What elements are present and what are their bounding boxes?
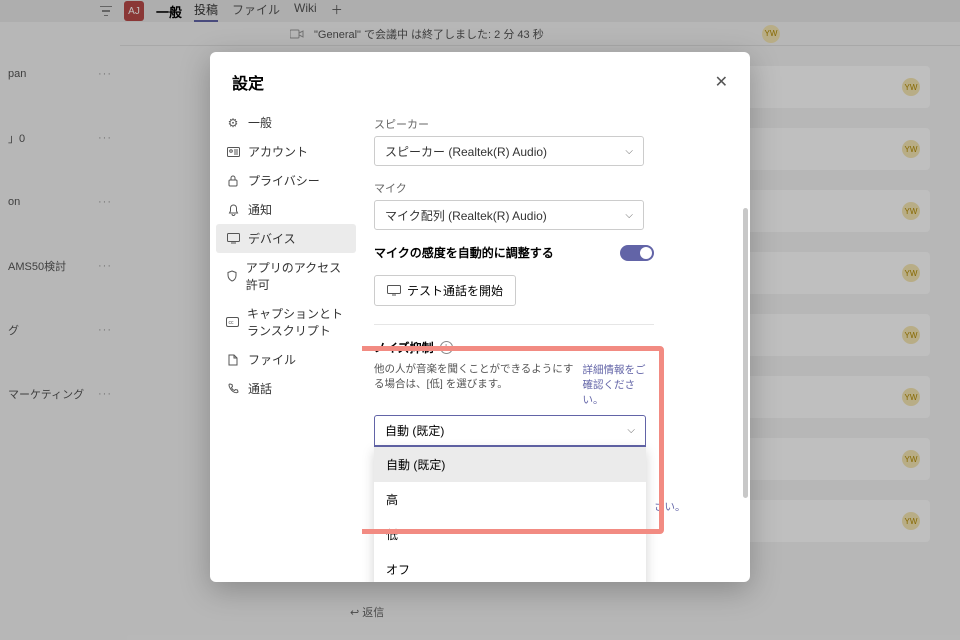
learn-more-link[interactable]: 詳細情報をご確認ください。: [582, 362, 652, 407]
phone-icon: [226, 382, 240, 396]
svg-text:cc: cc: [229, 320, 235, 326]
file-icon: [226, 353, 240, 367]
nav-privacy[interactable]: プライバシー: [216, 166, 356, 195]
mic-label: マイク: [374, 180, 732, 196]
nav-account[interactable]: アカウント: [216, 137, 356, 166]
shield-icon: [226, 269, 238, 283]
noise-select[interactable]: 自動 (既定) ⌵: [374, 415, 646, 447]
auto-gain-label: マイクの感度を自動的に調整する: [374, 244, 554, 261]
noise-option-low[interactable]: 低: [374, 517, 646, 552]
noise-option-auto[interactable]: 自動 (既定): [374, 447, 646, 482]
speaker-select[interactable]: スピーカー (Realtek(R) Audio) ⌵: [374, 136, 644, 166]
nav-files[interactable]: ファイル: [216, 345, 356, 374]
mic-select[interactable]: マイク配列 (Realtek(R) Audio) ⌵: [374, 200, 644, 230]
speaker-label: スピーカー: [374, 116, 732, 132]
noise-option-off[interactable]: オフ: [374, 552, 646, 582]
device-icon: [387, 285, 401, 296]
chevron-down-icon: ⌵: [625, 146, 633, 157]
chevron-down-icon: ⌵: [627, 425, 635, 436]
nav-app-permissions[interactable]: アプリのアクセス許可: [216, 253, 356, 299]
noise-dropdown: 自動 (既定) 高 低 オフ なし▾: [374, 447, 646, 582]
noise-option-high[interactable]: 高: [374, 482, 646, 517]
chevron-down-icon: ⌵: [625, 210, 633, 221]
lock-icon: [226, 174, 240, 188]
bell-icon: [226, 203, 240, 217]
info-icon[interactable]: i: [440, 341, 453, 354]
nav-captions[interactable]: ccキャプションとトランスクリプト: [216, 299, 356, 345]
nav-general[interactable]: ⚙一般: [216, 108, 356, 137]
noise-description: 他の人が音楽を聞くことができるようにする場合は、[低] を選びます。: [374, 362, 574, 391]
nav-devices[interactable]: デバイス: [216, 224, 356, 253]
gear-icon: ⚙: [226, 116, 240, 130]
cc-icon: cc: [226, 315, 239, 329]
nav-calls[interactable]: 通話: [216, 374, 356, 403]
close-button[interactable]: ✕: [715, 72, 728, 92]
settings-nav: ⚙一般 アカウント プライバシー 通知 デバイス アプリのアクセス許可 ccキャ…: [210, 108, 362, 582]
modal-title: 設定: [232, 70, 264, 94]
nav-notifications[interactable]: 通知: [216, 195, 356, 224]
scrollbar[interactable]: [743, 208, 748, 498]
test-call-button[interactable]: テスト通話を開始: [374, 275, 516, 306]
settings-content: スピーカー スピーカー (Realtek(R) Audio) ⌵ マイク マイク…: [362, 108, 750, 582]
extra-link[interactable]: さい。: [654, 499, 686, 514]
device-icon: [226, 232, 240, 246]
auto-gain-toggle[interactable]: [620, 245, 654, 261]
settings-modal: 設定 ✕ ⚙一般 アカウント プライバシー 通知 デバイス アプリのアクセス許可…: [210, 52, 750, 582]
divider: [374, 324, 654, 325]
id-icon: [226, 145, 240, 159]
noise-title: ノイズ抑制: [374, 339, 434, 356]
